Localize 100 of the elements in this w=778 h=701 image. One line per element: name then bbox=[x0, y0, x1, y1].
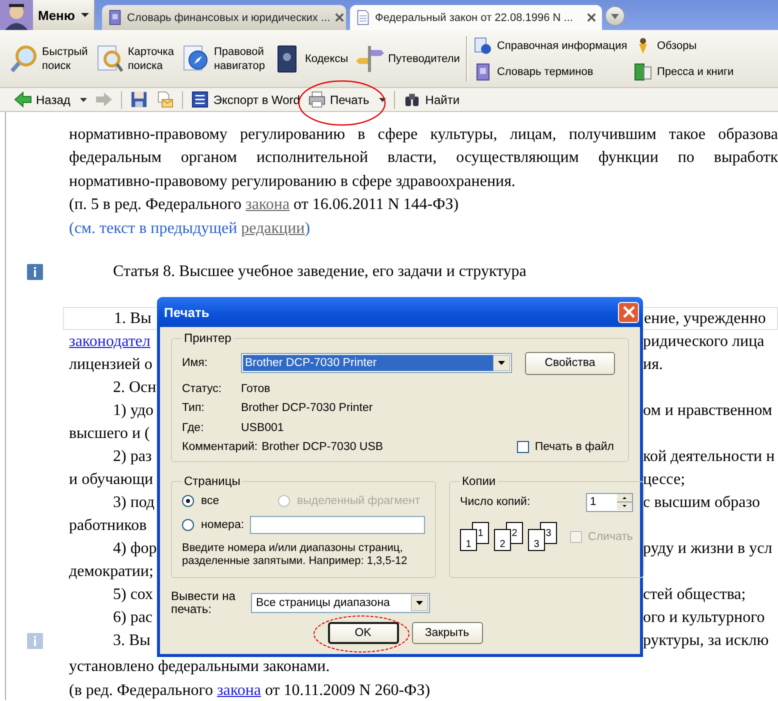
tab[interactable]: Словарь финансовых и юридических ... bbox=[102, 5, 346, 30]
close-icon[interactable] bbox=[587, 13, 596, 22]
text-line: 2. Осн bbox=[113, 378, 156, 396]
close-icon[interactable] bbox=[335, 13, 344, 22]
link[interactable]: закона bbox=[216, 682, 261, 699]
field-value: Brother DCP-7030 Printer bbox=[241, 402, 373, 414]
toolbar-button[interactable]: Экспорт в Word bbox=[187, 89, 304, 110]
group-label: Страницы bbox=[183, 474, 242, 488]
text-line: кой деятельности н bbox=[643, 448, 775, 464]
dialog-title: Печать bbox=[164, 304, 210, 320]
document-question-icon bbox=[474, 36, 492, 54]
text-line: стей общества; bbox=[643, 586, 746, 602]
radio-option[interactable]: номера: bbox=[182, 519, 244, 531]
toolbar-button[interactable]: Правовой навигатор bbox=[178, 42, 268, 76]
text-line: 5) сох bbox=[113, 586, 154, 604]
book-icon bbox=[108, 9, 122, 26]
toolbar-button[interactable]: Найти bbox=[399, 89, 464, 110]
text-line: 2) раз bbox=[113, 448, 152, 466]
print-range-select[interactable]: Все страницы диапазона bbox=[251, 593, 430, 613]
toolbar-button[interactable]: Печать bbox=[304, 89, 390, 110]
text-line: федеральным органом исполнительной власти, осуществляющим функции по выработк bbox=[69, 149, 778, 168]
menu-button[interactable]: Меню bbox=[33, 0, 95, 30]
tab[interactable]: Федеральный закон от 22.08.1996 N ... bbox=[350, 5, 602, 30]
dialog-button[interactable]: OK bbox=[328, 622, 398, 644]
toolbar-link[interactable]: Словарь терминов bbox=[474, 62, 634, 82]
text-line: (см. текст в предыдущей редакции) bbox=[69, 220, 310, 238]
text-line: работников bbox=[69, 516, 147, 534]
properties-button[interactable]: Свойства bbox=[525, 352, 615, 374]
text-line: ридического лица bbox=[643, 332, 764, 350]
info-icon[interactable] bbox=[27, 264, 43, 280]
text-line: 6) рас bbox=[113, 608, 153, 626]
text-line: руду и жизни в усл bbox=[643, 540, 772, 556]
group-label: Копии bbox=[461, 474, 497, 488]
field-label: Статус: bbox=[182, 382, 223, 395]
field-label: Вывести на печать: bbox=[171, 590, 236, 616]
link[interactable]: закона bbox=[246, 196, 290, 214]
dropdown-arrow-icon bbox=[411, 595, 428, 611]
printer-icon bbox=[308, 91, 326, 108]
text-line: руктуры, за исклю bbox=[643, 632, 769, 648]
toolbar-button[interactable]: Быстрый поиск bbox=[6, 42, 91, 76]
close-button[interactable] bbox=[618, 302, 639, 322]
tab-list-button[interactable] bbox=[605, 6, 625, 26]
forward-arrow-icon bbox=[95, 91, 114, 108]
caret-icon bbox=[379, 98, 386, 102]
radio-button[interactable] bbox=[182, 519, 194, 531]
field-value: Brother DCP-7030 USB bbox=[262, 441, 384, 454]
text-line: высшего и ( bbox=[69, 424, 150, 442]
page-sheet: 2 bbox=[494, 529, 512, 551]
toolbar-button[interactable]: Кодексы bbox=[268, 42, 352, 76]
toolbar-button[interactable]: Назад bbox=[10, 89, 92, 110]
close-icon bbox=[622, 306, 634, 318]
printer-select[interactable]: Brother DCP-7030 Printer bbox=[241, 353, 512, 373]
text-line: цессе; bbox=[643, 470, 686, 488]
dropdown-arrow-icon bbox=[493, 355, 510, 371]
text-line: ого и культурного bbox=[643, 608, 765, 626]
document-icon bbox=[356, 9, 370, 26]
text-line: лицензией о bbox=[69, 356, 152, 374]
text-line: 4) фор bbox=[113, 540, 157, 558]
text-line: (в ред. Федерального закона от 10.11.2009 N 260-ФЗ) bbox=[69, 682, 430, 700]
text-line: ия. bbox=[643, 356, 663, 372]
text-line: нормативно-правовому регулированию в сфере культуры, лицам, получившим такое образова bbox=[69, 126, 778, 144]
field-label: Где: bbox=[182, 422, 205, 434]
field-value: USB001 bbox=[241, 422, 284, 434]
document-icon bbox=[191, 91, 210, 108]
checkbox[interactable] bbox=[516, 441, 529, 454]
article-heading: Статья 8. Высшее учебное заведение, его задачи и структура bbox=[113, 263, 526, 282]
radio-option[interactable]: все bbox=[182, 495, 278, 507]
text-line: 1) удо bbox=[113, 402, 154, 420]
field-label: Число копий: bbox=[460, 496, 530, 508]
avatar-icon[interactable] bbox=[0, 0, 33, 30]
signpost-icon bbox=[355, 44, 386, 74]
text-line: ение, учрежденно bbox=[644, 310, 766, 326]
caret-icon bbox=[611, 14, 619, 18]
page-numbers-field[interactable] bbox=[250, 516, 426, 534]
binoculars-icon bbox=[403, 91, 422, 108]
field-label: Тип: bbox=[182, 402, 206, 414]
toolbar-button[interactable]: Путеводители bbox=[352, 42, 463, 76]
text-line: 3) под bbox=[113, 494, 155, 512]
print-to-file-checkbox[interactable]: Печать в файл bbox=[516, 441, 614, 454]
back-arrow-icon bbox=[14, 91, 32, 108]
document-magnifier-icon bbox=[94, 44, 125, 74]
toolbar-button[interactable]: Карточка поиска bbox=[92, 42, 177, 76]
magnifier-icon bbox=[9, 44, 39, 74]
field-label: Комментарий: bbox=[182, 441, 258, 454]
book-page-icon bbox=[634, 62, 652, 80]
field-label: Имя: bbox=[182, 357, 209, 369]
link[interactable]: редакции bbox=[241, 220, 305, 237]
toolbar-link[interactable]: Пресса и книги bbox=[634, 62, 734, 82]
radio-button[interactable] bbox=[182, 495, 194, 507]
dialog-button[interactable]: Закрыть bbox=[412, 622, 482, 644]
text-line: 1. Вы bbox=[114, 310, 152, 328]
copies-field[interactable]: 1 bbox=[586, 492, 633, 512]
spin-arrows-icon bbox=[616, 494, 632, 510]
text-line: демократии; bbox=[69, 562, 154, 580]
toolbar-link[interactable]: Справочная информация bbox=[474, 36, 634, 56]
text-line: 3. Вы bbox=[113, 632, 150, 650]
toolbar-link[interactable]: Обзоры bbox=[634, 36, 734, 56]
text-line: ом и нравственном bbox=[643, 402, 772, 418]
link[interactable]: законодател bbox=[69, 332, 150, 350]
text-line: и обучающи bbox=[69, 470, 154, 488]
